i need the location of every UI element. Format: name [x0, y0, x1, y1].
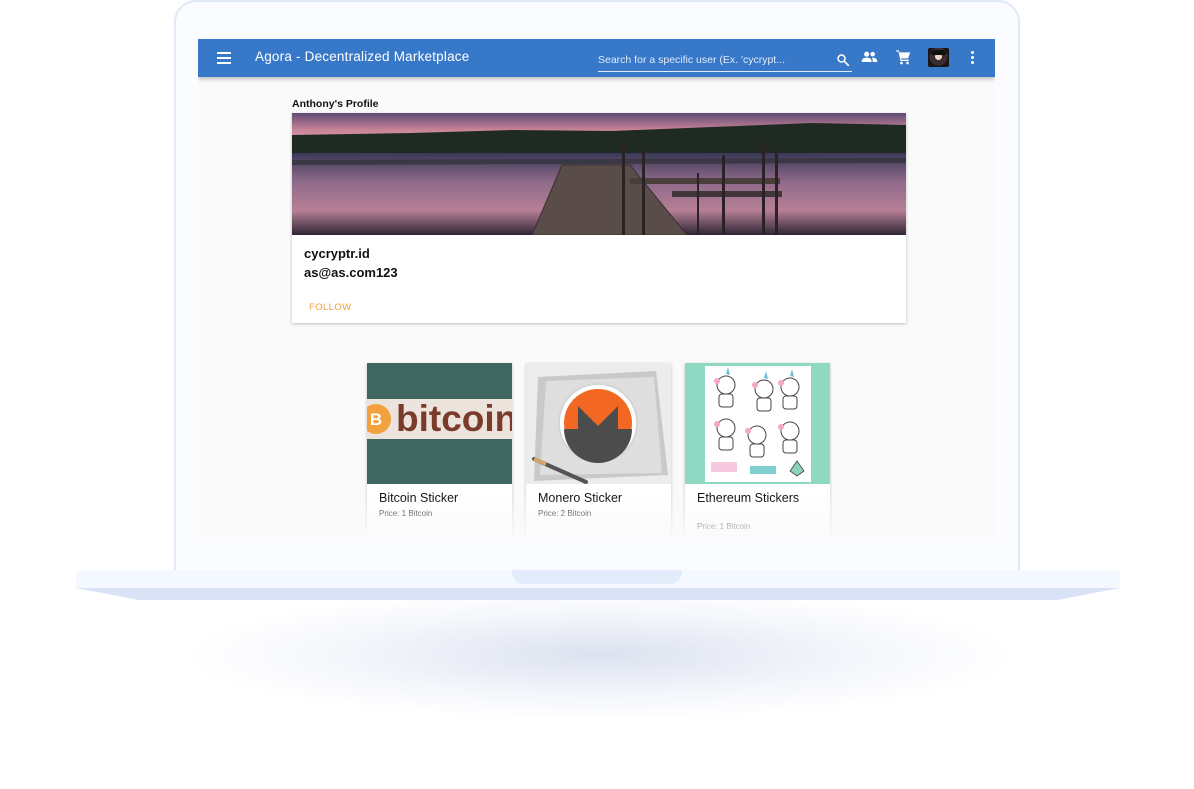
laptop-notch [512, 570, 682, 584]
follow-button[interactable]: FOLLOW [302, 299, 359, 316]
profile-email: as@as.com123 [304, 265, 398, 280]
profile-card: cycryptr.id as@as.com123 FOLLOW [292, 113, 906, 323]
product-name: Monero Sticker [538, 491, 623, 505]
app-screen: Agora - Decentralized Marketplace Anthon… [198, 39, 995, 537]
top-toolbar: Agora - Decentralized Marketplace [198, 39, 995, 77]
product-name: Ethereum Stickers [697, 491, 800, 505]
laptop-base-bottom [76, 588, 1120, 600]
product-card-bitcoin[interactable]: B bitcoin Bitcoin Sticker Price: 1 Bitco… [367, 363, 512, 537]
profile-heading: Anthony's Profile [292, 98, 379, 110]
profile-username: cycryptr.id [304, 246, 370, 261]
bitcoin-sticker-text: bitcoin [396, 398, 512, 439]
search-input[interactable] [598, 51, 832, 69]
product-card-ethereum[interactable]: Ethereum Stickers Price: 1 Bitcoin [685, 363, 830, 537]
product-price: Price: 1 Bitcoin [697, 522, 751, 531]
more-vert-icon[interactable] [971, 51, 975, 65]
product-name: Bitcoin Sticker [379, 491, 459, 505]
avatar[interactable] [928, 48, 949, 67]
svg-text:B: B [370, 410, 382, 429]
profile-banner-image [292, 113, 906, 235]
search-icon[interactable] [836, 53, 850, 67]
laptop-shadow [190, 590, 1010, 720]
app-title: Agora - Decentralized Marketplace [255, 49, 470, 64]
product-price: Price: 1 Bitcoin [379, 509, 433, 518]
product-image-ethereum [685, 363, 830, 484]
product-price: Price: 2 Bitcoin [538, 509, 592, 518]
product-image-bitcoin: B bitcoin [367, 363, 512, 484]
search-field[interactable] [598, 51, 852, 72]
people-icon[interactable] [861, 50, 878, 64]
cart-icon[interactable] [895, 49, 912, 65]
menu-icon[interactable] [214, 48, 234, 68]
product-card-monero[interactable]: Monero Sticker Price: 2 Bitcoin [526, 363, 671, 537]
product-image-monero [526, 363, 671, 484]
